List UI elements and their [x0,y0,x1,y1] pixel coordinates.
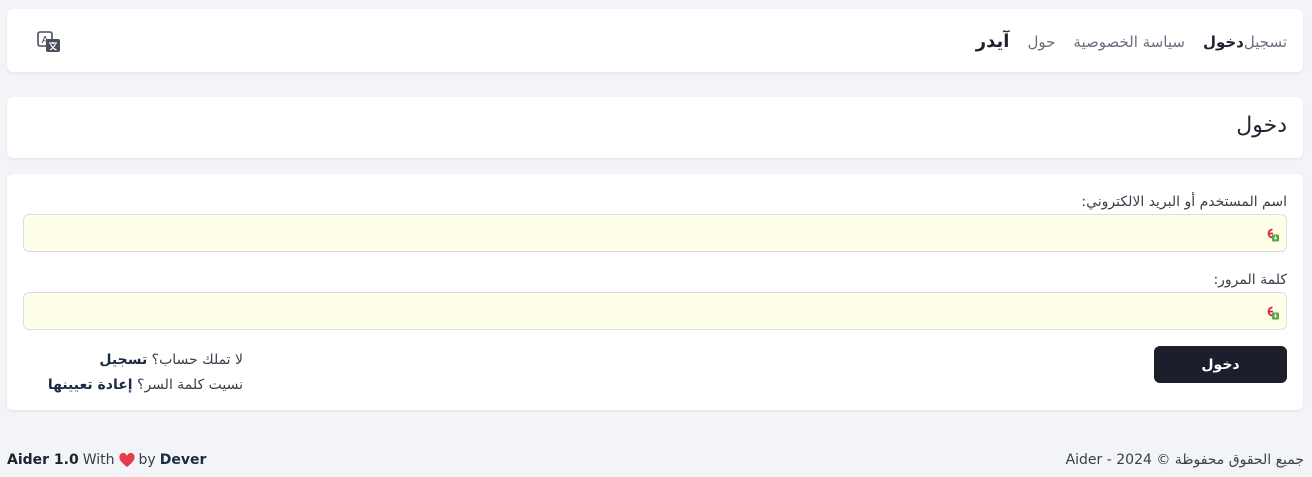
password-manager-icon[interactable] [1262,303,1280,321]
password-manager-icon[interactable] [1262,225,1280,243]
register-prompt: لا تملك حساب؟ تسجيل [23,348,243,373]
reset-password-link[interactable]: إعادة تعيينها [48,377,133,393]
heart-icon [118,452,135,468]
password-label: كلمة المرور: [1213,272,1287,288]
nav-link-about[interactable]: حول [1027,33,1055,51]
password-field[interactable] [24,293,1286,329]
nav-links: آيدر حول سياسة الخصوصية دخول تسجيل [954,31,1287,52]
auth-links: لا تملك حساب؟ تسجيل نسيت كلمة السر؟ إعاد… [23,348,243,398]
register-link[interactable]: تسجيل [99,352,147,368]
footer-credits: Aider 1.0 With by Dever [7,452,206,468]
with-text: With [82,452,115,468]
page-title: دخول [1236,113,1287,138]
nav-link-register[interactable]: تسجيل [1244,33,1287,51]
brand-logo[interactable]: آيدر [976,31,1010,52]
app-version: Aider 1.0 [7,452,79,468]
username-field-wrapper [23,214,1287,252]
password-field-wrapper [23,292,1287,330]
username-field[interactable] [24,215,1286,251]
page-header: دخول [7,97,1303,158]
forgot-password-text: نسيت كلمة السر؟ [137,377,243,393]
reset-prompt: نسيت كلمة السر؟ إعادة تعيينها [23,373,243,398]
top-navbar: آيدر حول سياسة الخصوصية دخول تسجيل A [7,9,1303,72]
no-account-text: لا تملك حساب؟ [151,352,243,368]
login-submit-button[interactable]: دخول [1154,346,1287,383]
nav-link-login[interactable]: دخول [1203,33,1244,51]
by-text: by [138,452,156,468]
copyright-text: جميع الحقوق محفوظة © 2024 - Aider [1065,452,1304,468]
translate-icon[interactable]: A [37,31,61,53]
nav-link-privacy[interactable]: سياسة الخصوصية [1073,33,1185,51]
author-link[interactable]: Dever [160,452,207,468]
username-label: اسم المستخدم أو البريد الالكتروني: [1081,194,1287,210]
login-form: اسم المستخدم أو البريد الالكتروني: كلمة … [7,174,1303,410]
